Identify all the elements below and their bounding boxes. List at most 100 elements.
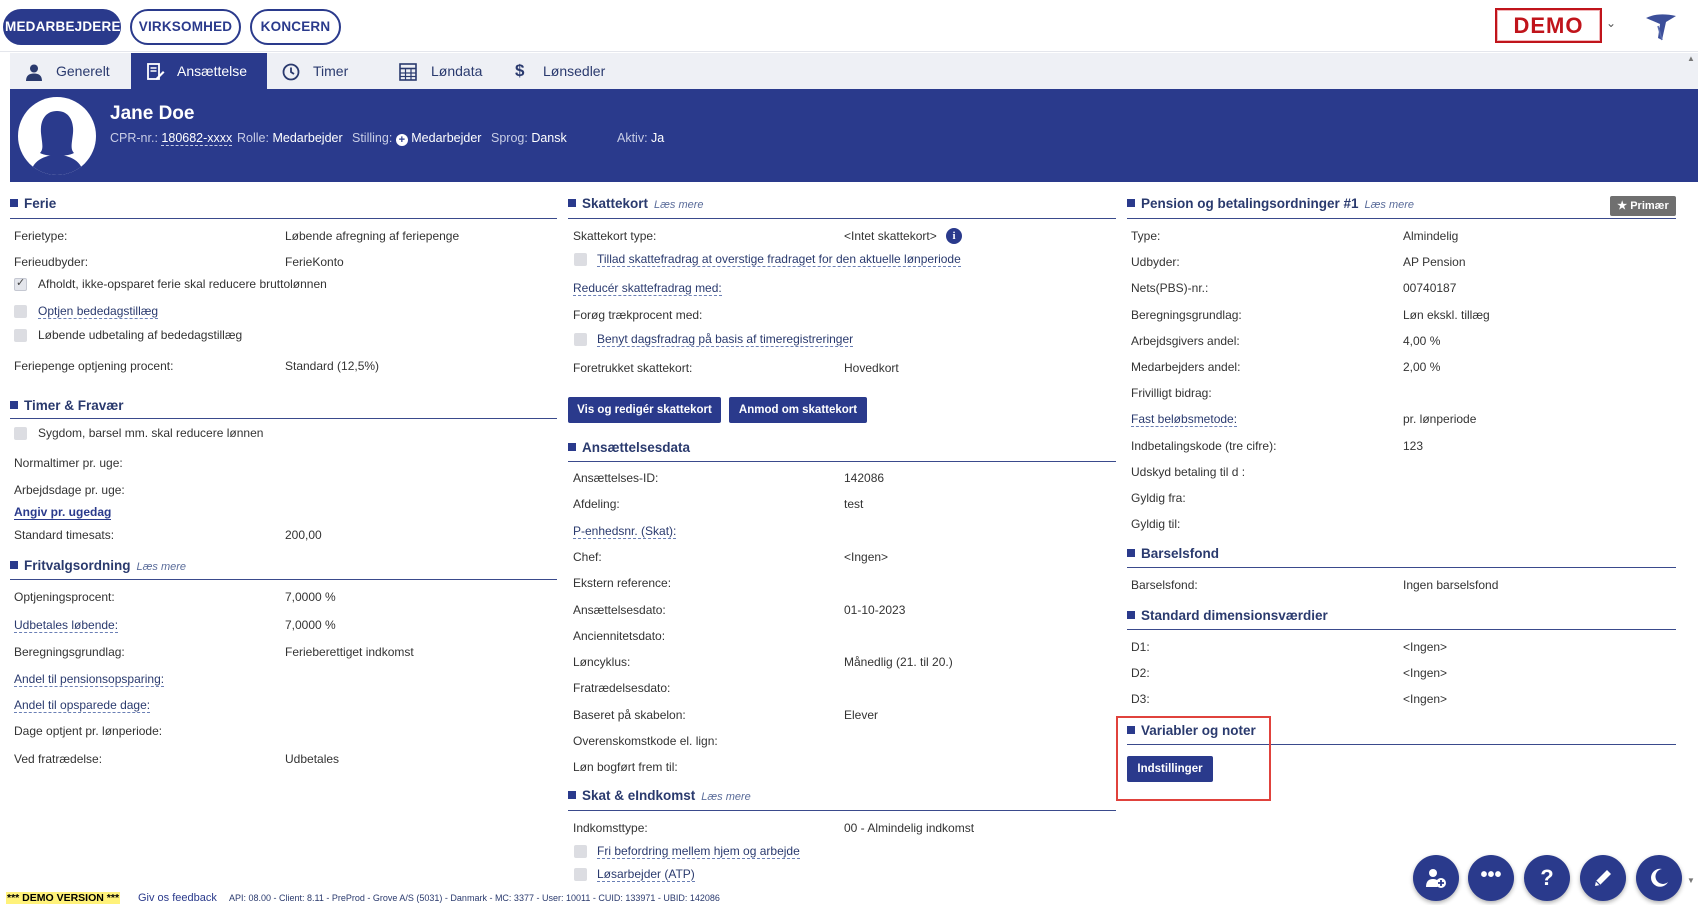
skattekort-type-label: Skattekort type: — [573, 229, 657, 243]
row-label: Ansættelses-ID: — [573, 471, 659, 485]
loesarbejder-label[interactable]: Løsarbejder (ATP) — [597, 867, 695, 882]
row-value: Elever — [844, 707, 879, 722]
tab-generelt[interactable]: Generelt — [10, 53, 131, 89]
anmod-skattekort-button[interactable]: Anmod om skattekort — [729, 397, 867, 423]
loebende-bededag-checkbox[interactable] — [14, 329, 27, 342]
tab-label: Løndata — [431, 63, 483, 79]
skat-eindkomst-section-title: Skat & eIndkomst Læs mere — [568, 788, 751, 803]
avatar[interactable] — [18, 97, 96, 175]
more-options-button[interactable]: ••• — [1468, 855, 1514, 901]
row-value: Almindelig — [1403, 229, 1459, 243]
section-title-text: Skat & eIndkomst — [582, 788, 696, 803]
fri-befordring-label[interactable]: Fri befordring mellem hjem og arbejde — [597, 844, 800, 859]
section-title-text: Skattekort — [582, 196, 649, 211]
dark-mode-button[interactable] — [1636, 855, 1682, 901]
reduce-brutto-checkbox[interactable] — [14, 276, 27, 291]
feedback-link[interactable]: Giv os feedback — [138, 892, 217, 904]
row-value: <Ingen> — [1403, 640, 1448, 654]
scroll-up-arrow[interactable]: ▲ — [1687, 54, 1695, 63]
laes-mere-link[interactable]: Læs mere — [1365, 199, 1415, 211]
add-circle-icon[interactable]: + — [395, 134, 408, 146]
arbejdsdage-label: Arbejdsdage pr. uge: — [14, 483, 125, 497]
help-icon: ? — [1540, 865, 1554, 890]
employee-name: Jane Doe — [110, 103, 195, 124]
edit-button[interactable] — [1580, 855, 1626, 901]
ferietype-value: Løbende afregning af feriepenge — [285, 229, 460, 243]
section-marker — [1127, 611, 1135, 619]
timesats-label: Standard timesats: — [14, 528, 115, 542]
dagsfradrag-label[interactable]: Benyt dagsfradrag på basis af timeregist… — [597, 332, 854, 347]
section-marker — [568, 791, 576, 799]
add-user-icon — [1426, 869, 1446, 888]
divider — [1127, 629, 1676, 630]
laes-mere-link[interactable]: Læs mere — [137, 561, 187, 573]
section-title-text: Ferie — [24, 196, 57, 211]
laes-mere-link[interactable]: Læs mere — [701, 791, 751, 803]
row-value: 00740187 — [1403, 281, 1457, 296]
chevron-down-icon[interactable]: ⌄ — [1606, 16, 1616, 30]
section-title-text: Barselsfond — [1141, 546, 1220, 561]
optjen-bededag-label[interactable]: Optjen bededagstillæg — [38, 304, 159, 319]
add-employee-button[interactable] — [1413, 855, 1459, 901]
row-label: Ansættelsesdato: — [573, 602, 666, 617]
row-label: Chef: — [573, 549, 602, 564]
section-marker — [1127, 199, 1135, 207]
section-marker — [10, 561, 18, 569]
row-label: Nets(PBS)-nr.: — [1131, 281, 1209, 296]
divider — [1127, 218, 1676, 219]
andel-opsparede-label[interactable]: Andel til opsparede dage: — [14, 698, 151, 713]
row-label: Udbyder: — [1131, 255, 1180, 270]
indkomsttype-label: Indkomsttype: — [573, 821, 648, 835]
fri-befordring-checkbox[interactable] — [574, 845, 587, 858]
vis-rediger-skattekort-button[interactable]: Vis og redigér skattekort — [568, 397, 721, 423]
row-label: Løn bogført frem til: — [573, 760, 678, 775]
reducer-skattefradrag-label[interactable]: Reducér skattefradrag med: — [573, 281, 722, 296]
feriepenge-procent-value: Standard (12,5%) — [285, 359, 380, 373]
foroeg-traekprocent-label: Forøg trækprocent med: — [573, 308, 703, 322]
nav-koncern-button[interactable]: KONCERN — [250, 9, 341, 45]
tab-loendata[interactable]: Løndata — [387, 53, 509, 89]
tab-timer[interactable]: Timer — [267, 53, 387, 89]
row-label: Indbetalingskode (tre cifre): — [1131, 438, 1277, 453]
row-value: 01-10-2023 — [844, 602, 906, 617]
section-marker — [10, 401, 18, 409]
tab-ansaettelse[interactable]: Ansættelse — [131, 53, 267, 89]
foretrukket-skattekort-value: Hovedkort — [844, 361, 899, 375]
tab-label: Generelt — [56, 63, 110, 79]
row-label[interactable]: Fast beløbsmetode: — [1131, 412, 1238, 428]
row-value: test — [844, 497, 864, 512]
row-value: 4,00 % — [1403, 333, 1441, 348]
sygdom-checkbox[interactable] — [14, 427, 27, 440]
tillad-skattefradrag-label[interactable]: Tillad skattefradrag at overstige fradra… — [597, 252, 961, 267]
nav-virksomhed-button[interactable]: VIRKSOMHED — [130, 9, 241, 45]
scroll-down-arrow[interactable]: ▼ — [1687, 876, 1695, 885]
info-icon[interactable]: i — [946, 228, 962, 244]
dagsfradrag-checkbox[interactable] — [574, 333, 587, 346]
cpr-value[interactable]: 180682-xxxx — [161, 131, 233, 146]
nav-medarbejdere-button[interactable]: MEDARBEJDERE — [3, 9, 121, 45]
row-label: Afdeling: — [573, 497, 620, 512]
laes-mere-link[interactable]: Læs mere — [654, 199, 704, 211]
tillad-skattefradrag-checkbox[interactable] — [574, 253, 587, 266]
andel-pension-label[interactable]: Andel til pensionsopsparing: — [14, 672, 165, 687]
edit-icon — [147, 63, 165, 80]
language-value: Dansk — [531, 131, 567, 145]
row-label[interactable]: P-enhedsnr. (Skat): — [573, 524, 677, 539]
row-label: Udskyd betaling til d : — [1131, 464, 1246, 479]
help-button[interactable]: ? — [1524, 855, 1570, 901]
app-logo-icon[interactable] — [1644, 12, 1678, 42]
row-value: Månedlig (21. til 20.) — [844, 655, 953, 670]
angiv-pr-ugedag-link[interactable]: Angiv pr. ugedag — [14, 505, 112, 520]
role-label: Rolle: — [237, 131, 269, 145]
fritvalg-section-title: Fritvalgsordning Læs mere — [10, 558, 186, 573]
demo-badge[interactable]: DEMO — [1495, 8, 1602, 43]
primaer-badge[interactable]: ★ Primær — [1610, 196, 1676, 216]
optjen-bededag-checkbox[interactable] — [14, 305, 27, 318]
udbetales-loebende-label[interactable]: Udbetales løbende: — [14, 618, 119, 633]
ferie-section-title: Ferie — [10, 196, 56, 211]
loesarbejder-checkbox[interactable] — [574, 868, 587, 881]
tab-loensedler[interactable]: $ Lønsedler — [509, 53, 639, 89]
feriepenge-procent-label: Feriepenge optjening procent: — [14, 359, 174, 373]
row-value: <Ingen> — [1403, 692, 1448, 706]
barselsfond-label: Barselsfond: — [1131, 578, 1198, 592]
